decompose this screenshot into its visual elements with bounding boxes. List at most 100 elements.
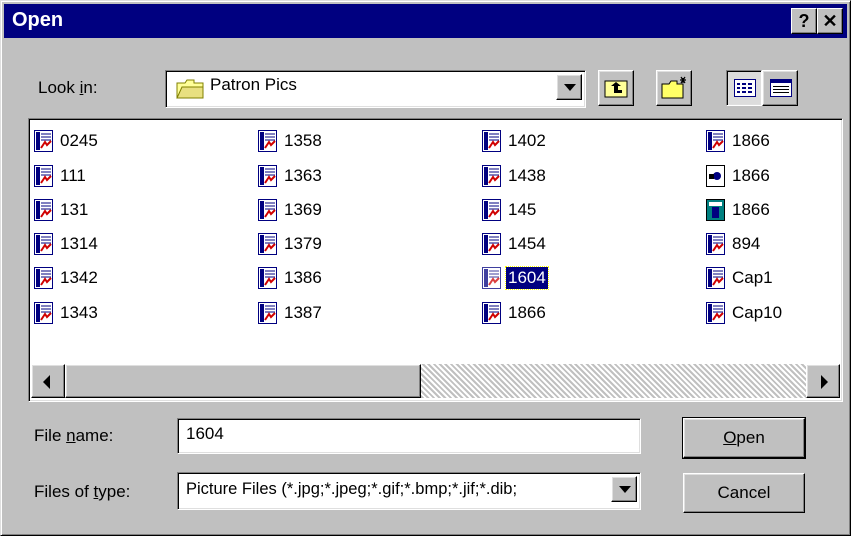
file-item-name: 1314: [60, 234, 98, 253]
file-item[interactable]: 1379: [258, 230, 324, 258]
image-file-icon: [258, 302, 277, 324]
open-button[interactable]: Open: [682, 417, 806, 459]
chevron-down-icon: [619, 486, 631, 493]
image-file-icon: [482, 199, 501, 221]
file-name-input[interactable]: 1604: [177, 418, 641, 454]
scroll-thumb[interactable]: [65, 364, 421, 398]
chevron-down-icon: [564, 84, 576, 91]
list-view-button[interactable]: [726, 70, 762, 106]
look-in-dropdown[interactable]: Patron Pics: [165, 70, 586, 108]
image-file-icon: [482, 233, 501, 255]
image-file-icon: [258, 165, 277, 187]
arrow-left-icon: [43, 375, 50, 389]
file-item[interactable]: 1402: [482, 127, 548, 155]
image-file-icon: [258, 199, 277, 221]
file-item-name: 1386: [284, 268, 322, 287]
file-item-name: 1866: [732, 131, 770, 150]
file-item-name: 1387: [284, 303, 322, 322]
file-item[interactable]: 1342: [34, 264, 100, 292]
files-of-type-value: Picture Files (*.jpg;*.jpeg;*.gif;*.bmp;…: [186, 480, 518, 498]
title-bar[interactable]: Open ? ✕: [4, 4, 847, 38]
files-of-type-dropdown-button[interactable]: [611, 476, 637, 502]
list-view-icon: [734, 79, 756, 102]
file-item[interactable]: 1369: [258, 196, 324, 224]
horizontal-scrollbar[interactable]: [31, 364, 840, 398]
image-file-icon: [258, 233, 277, 255]
arrow-right-icon: [821, 375, 828, 389]
graphic-file-icon: [706, 199, 725, 221]
file-item-name: 0245: [60, 131, 98, 150]
file-item-name: 145: [508, 200, 537, 219]
file-item-name: 1363: [284, 166, 322, 185]
image-file-icon: [706, 302, 725, 324]
file-item[interactable]: 1358: [258, 127, 324, 155]
look-in-dropdown-button[interactable]: [556, 74, 582, 100]
image-file-icon: [706, 130, 725, 152]
file-item[interactable]: Cap10: [706, 299, 784, 327]
image-file-icon: [34, 267, 53, 289]
look-in-label: Look in:: [38, 78, 98, 97]
file-item-name: 131: [60, 200, 89, 219]
file-item[interactable]: 145: [482, 196, 538, 224]
image-file-icon: [34, 165, 53, 187]
image-file-icon: [258, 267, 277, 289]
file-item[interactable]: 1363: [258, 162, 324, 190]
open-dialog: Open ? ✕ Look in: Patron Pics 0245 111 131…: [0, 0, 851, 536]
file-item-name: 111: [60, 166, 86, 185]
file-item[interactable]: 131: [34, 196, 90, 224]
scroll-right-button[interactable]: [806, 364, 840, 398]
cancel-button[interactable]: Cancel: [683, 473, 805, 513]
folder-icon: [176, 79, 204, 104]
image-file-icon: [482, 302, 501, 324]
file-item[interactable]: 111: [34, 162, 88, 190]
file-item-name: 1379: [284, 234, 322, 253]
file-item[interactable]: 1866: [706, 127, 772, 155]
file-item[interactable]: 1866: [482, 299, 548, 327]
file-item-name: 1342: [60, 268, 98, 287]
help-button[interactable]: ?: [791, 8, 817, 34]
file-list[interactable]: 0245 111 131 1314 1342 1343 1358 1363 1369 1379 13…: [28, 118, 843, 402]
image-file-icon: [482, 267, 501, 289]
file-item[interactable]: 894: [706, 230, 762, 258]
file-item[interactable]: 1438: [482, 162, 548, 190]
file-item[interactable]: 1314: [34, 230, 100, 258]
image-file-icon: [482, 165, 501, 187]
image-file-icon: [34, 130, 53, 152]
file-item-name: 1438: [508, 166, 546, 185]
file-item[interactable]: 0245: [34, 127, 100, 155]
file-item-name: 1369: [284, 200, 322, 219]
file-item[interactable]: 1387: [258, 299, 324, 327]
file-item[interactable]: 1343: [34, 299, 100, 327]
file-name-value: 1604: [186, 424, 224, 443]
up-one-level-button[interactable]: [598, 70, 634, 106]
details-view-button[interactable]: [762, 70, 798, 106]
files-of-type-label: Files of type:: [34, 482, 131, 501]
file-item[interactable]: 1386: [258, 264, 324, 292]
file-item-name: 1402: [508, 131, 546, 150]
files-of-type-dropdown[interactable]: Picture Files (*.jpg;*.jpeg;*.gif;*.bmp;…: [177, 472, 641, 510]
file-item[interactable]: Cap1: [706, 264, 775, 292]
new-folder-icon: [661, 76, 689, 105]
file-item[interactable]: 1604: [482, 264, 549, 292]
image-file-icon: [482, 130, 501, 152]
image-file-icon: [34, 199, 53, 221]
file-item[interactable]: 1866: [706, 196, 772, 224]
image-file-icon: [706, 267, 725, 289]
details-view-icon: [770, 79, 792, 102]
image-file-icon: [34, 233, 53, 255]
image-file-icon: [258, 130, 277, 152]
look-in-value: Patron Pics: [210, 75, 297, 94]
file-item[interactable]: 1454: [482, 230, 548, 258]
file-item[interactable]: 1866: [706, 162, 772, 190]
file-item-name: 1343: [60, 303, 98, 322]
scroll-left-button[interactable]: [31, 364, 65, 398]
file-item-name: 1866: [508, 303, 546, 322]
image-file-icon: [706, 233, 725, 255]
up-folder-icon: [604, 78, 628, 103]
close-button[interactable]: ✕: [817, 8, 843, 34]
file-item-name: Cap1: [732, 268, 773, 287]
file-item-name: 1866: [732, 166, 770, 185]
photo-file-icon: [706, 165, 725, 187]
dialog-title: Open: [12, 9, 64, 31]
create-new-folder-button[interactable]: [656, 70, 692, 106]
